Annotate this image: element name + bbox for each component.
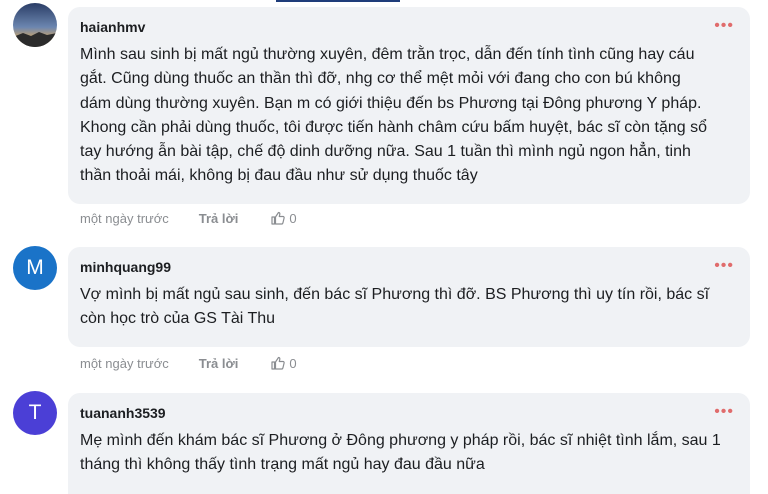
avatar[interactable] (13, 3, 57, 47)
comment-author[interactable]: tuananh3539 (80, 405, 738, 425)
comment-actions: một ngày trước Trả lời 0 (80, 355, 297, 371)
more-dots-icon[interactable]: ••• (714, 18, 734, 34)
comment-text: Mẹ mình đến khám bác sĩ Phương ở Đông ph… (80, 432, 721, 474)
like-count: 0 (289, 355, 297, 371)
comment-text: Vợ mình bị mất ngủ sau sinh, đến bác sĩ … (80, 286, 710, 328)
avatar-letter: M (26, 256, 44, 279)
top-divider (276, 0, 400, 2)
more-dots-icon[interactable]: ••• (714, 258, 734, 274)
comment-time: một ngày trước (80, 355, 169, 371)
comment-actions: một ngày trước Trả lời 0 (80, 210, 297, 226)
avatar[interactable]: M (13, 246, 57, 290)
like-button[interactable]: 0 (270, 355, 297, 371)
reply-button[interactable]: Trả lời (199, 211, 239, 226)
comment-author[interactable]: haianhmv (80, 19, 738, 39)
comment-author[interactable]: minhquang99 (80, 259, 738, 279)
comment-bubble: tuananh3539 Mẹ mình đến khám bác sĩ Phươ… (68, 393, 750, 494)
avatar[interactable]: T (13, 391, 57, 435)
comment-bubble: minhquang99 Vợ mình bị mất ngủ sau sinh,… (68, 247, 750, 347)
avatar-photo-icon (13, 3, 57, 47)
comment-time: một ngày trước (80, 210, 169, 226)
avatar-letter: T (28, 401, 42, 424)
more-dots-icon[interactable]: ••• (714, 404, 734, 420)
reply-button[interactable]: Trả lời (199, 356, 239, 371)
thumbs-up-icon (271, 211, 286, 225)
thumbs-up-icon (271, 356, 286, 370)
comment-text: Mình sau sinh bị mất ngủ thường xuyên, đ… (80, 46, 707, 185)
like-button[interactable]: 0 (270, 210, 297, 226)
like-count: 0 (289, 210, 297, 226)
comment-bubble: haianhmv Mình sau sinh bị mất ngủ thường… (68, 7, 750, 204)
